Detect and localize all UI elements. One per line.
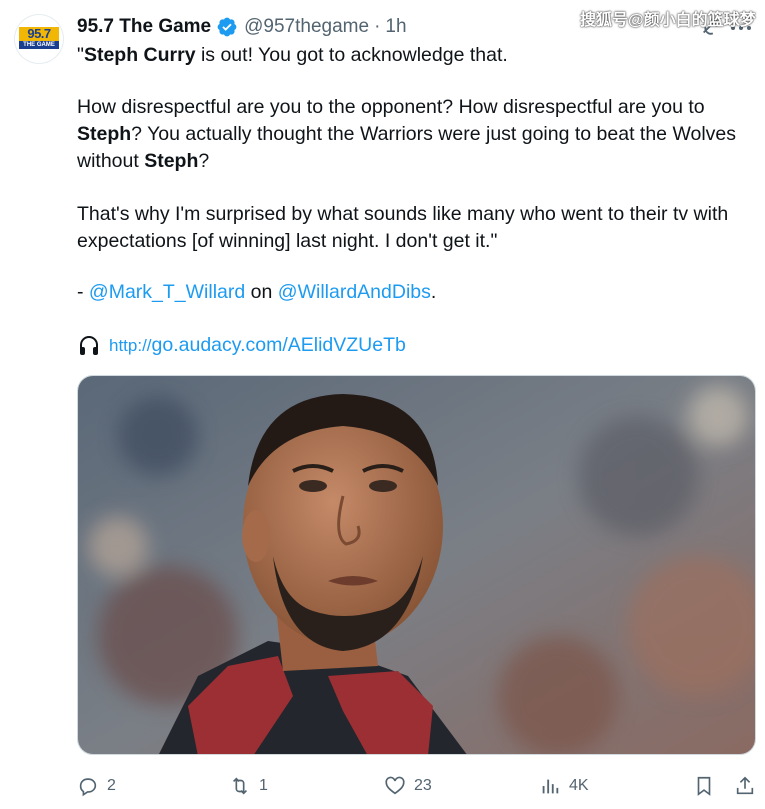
- player-photo: [78, 376, 755, 754]
- bookmark-button[interactable]: [693, 772, 723, 800]
- avatar-logo-number: 95.7: [19, 27, 59, 41]
- repost-icon: [232, 777, 248, 795]
- audacy-link[interactable]: http://go.audacy.com/AElidVZUeTb: [109, 334, 406, 357]
- like-count: 23: [414, 777, 432, 794]
- views-button[interactable]: 4K: [539, 772, 589, 800]
- tweet[interactable]: 95.7 THE GAME 95.7 The Game @957thegame …: [0, 0, 765, 809]
- tweet-paragraph-4: - @Mark_T_Willard on @WillardAndDibs.: [77, 281, 437, 303]
- mention-mark-t-willard[interactable]: @Mark_T_Willard: [89, 281, 245, 303]
- share-button[interactable]: [734, 772, 764, 800]
- bookmark-icon: [697, 776, 711, 796]
- separator-dot: ·: [374, 16, 381, 37]
- tweet-paragraph-2: How disrespectful are you to the opponen…: [77, 96, 737, 172]
- views-icon: [542, 779, 559, 794]
- like-button[interactable]: 23: [384, 772, 432, 800]
- display-name[interactable]: 95.7 The Game: [77, 16, 211, 38]
- verified-badge-icon: [217, 17, 237, 37]
- share-icon: [736, 776, 754, 795]
- timestamp[interactable]: 1h: [385, 16, 406, 38]
- handle[interactable]: @957thegame: [244, 16, 369, 38]
- repost-count: 1: [259, 777, 268, 794]
- mention-willard-and-dibs[interactable]: @WillardAndDibs: [278, 281, 431, 303]
- repost-button[interactable]: 1: [229, 772, 268, 800]
- avatar-logo-label: THE GAME: [19, 41, 59, 49]
- reply-count: 2: [107, 777, 116, 794]
- tweet-header: 95.7 The Game @957thegame · 1h: [77, 14, 407, 40]
- headphones-icon: [80, 336, 98, 355]
- heart-icon: [385, 776, 405, 795]
- tweet-paragraph-3: That's why I'm surprised by what sounds …: [77, 203, 729, 252]
- tweet-paragraph-1: "Steph Curry is out! You got to acknowle…: [77, 44, 508, 66]
- reply-button[interactable]: 2: [77, 772, 116, 800]
- watermark: 搜狐号@颜小白的篮球梦: [580, 12, 756, 29]
- link-line: http://go.audacy.com/AElidVZUeTb: [77, 331, 406, 359]
- views-count: 4K: [569, 777, 589, 794]
- reply-icon: [79, 778, 97, 797]
- action-bar: 2 1 23 4K: [77, 772, 757, 800]
- tweet-photo[interactable]: [77, 375, 756, 755]
- avatar[interactable]: 95.7 THE GAME: [14, 14, 64, 64]
